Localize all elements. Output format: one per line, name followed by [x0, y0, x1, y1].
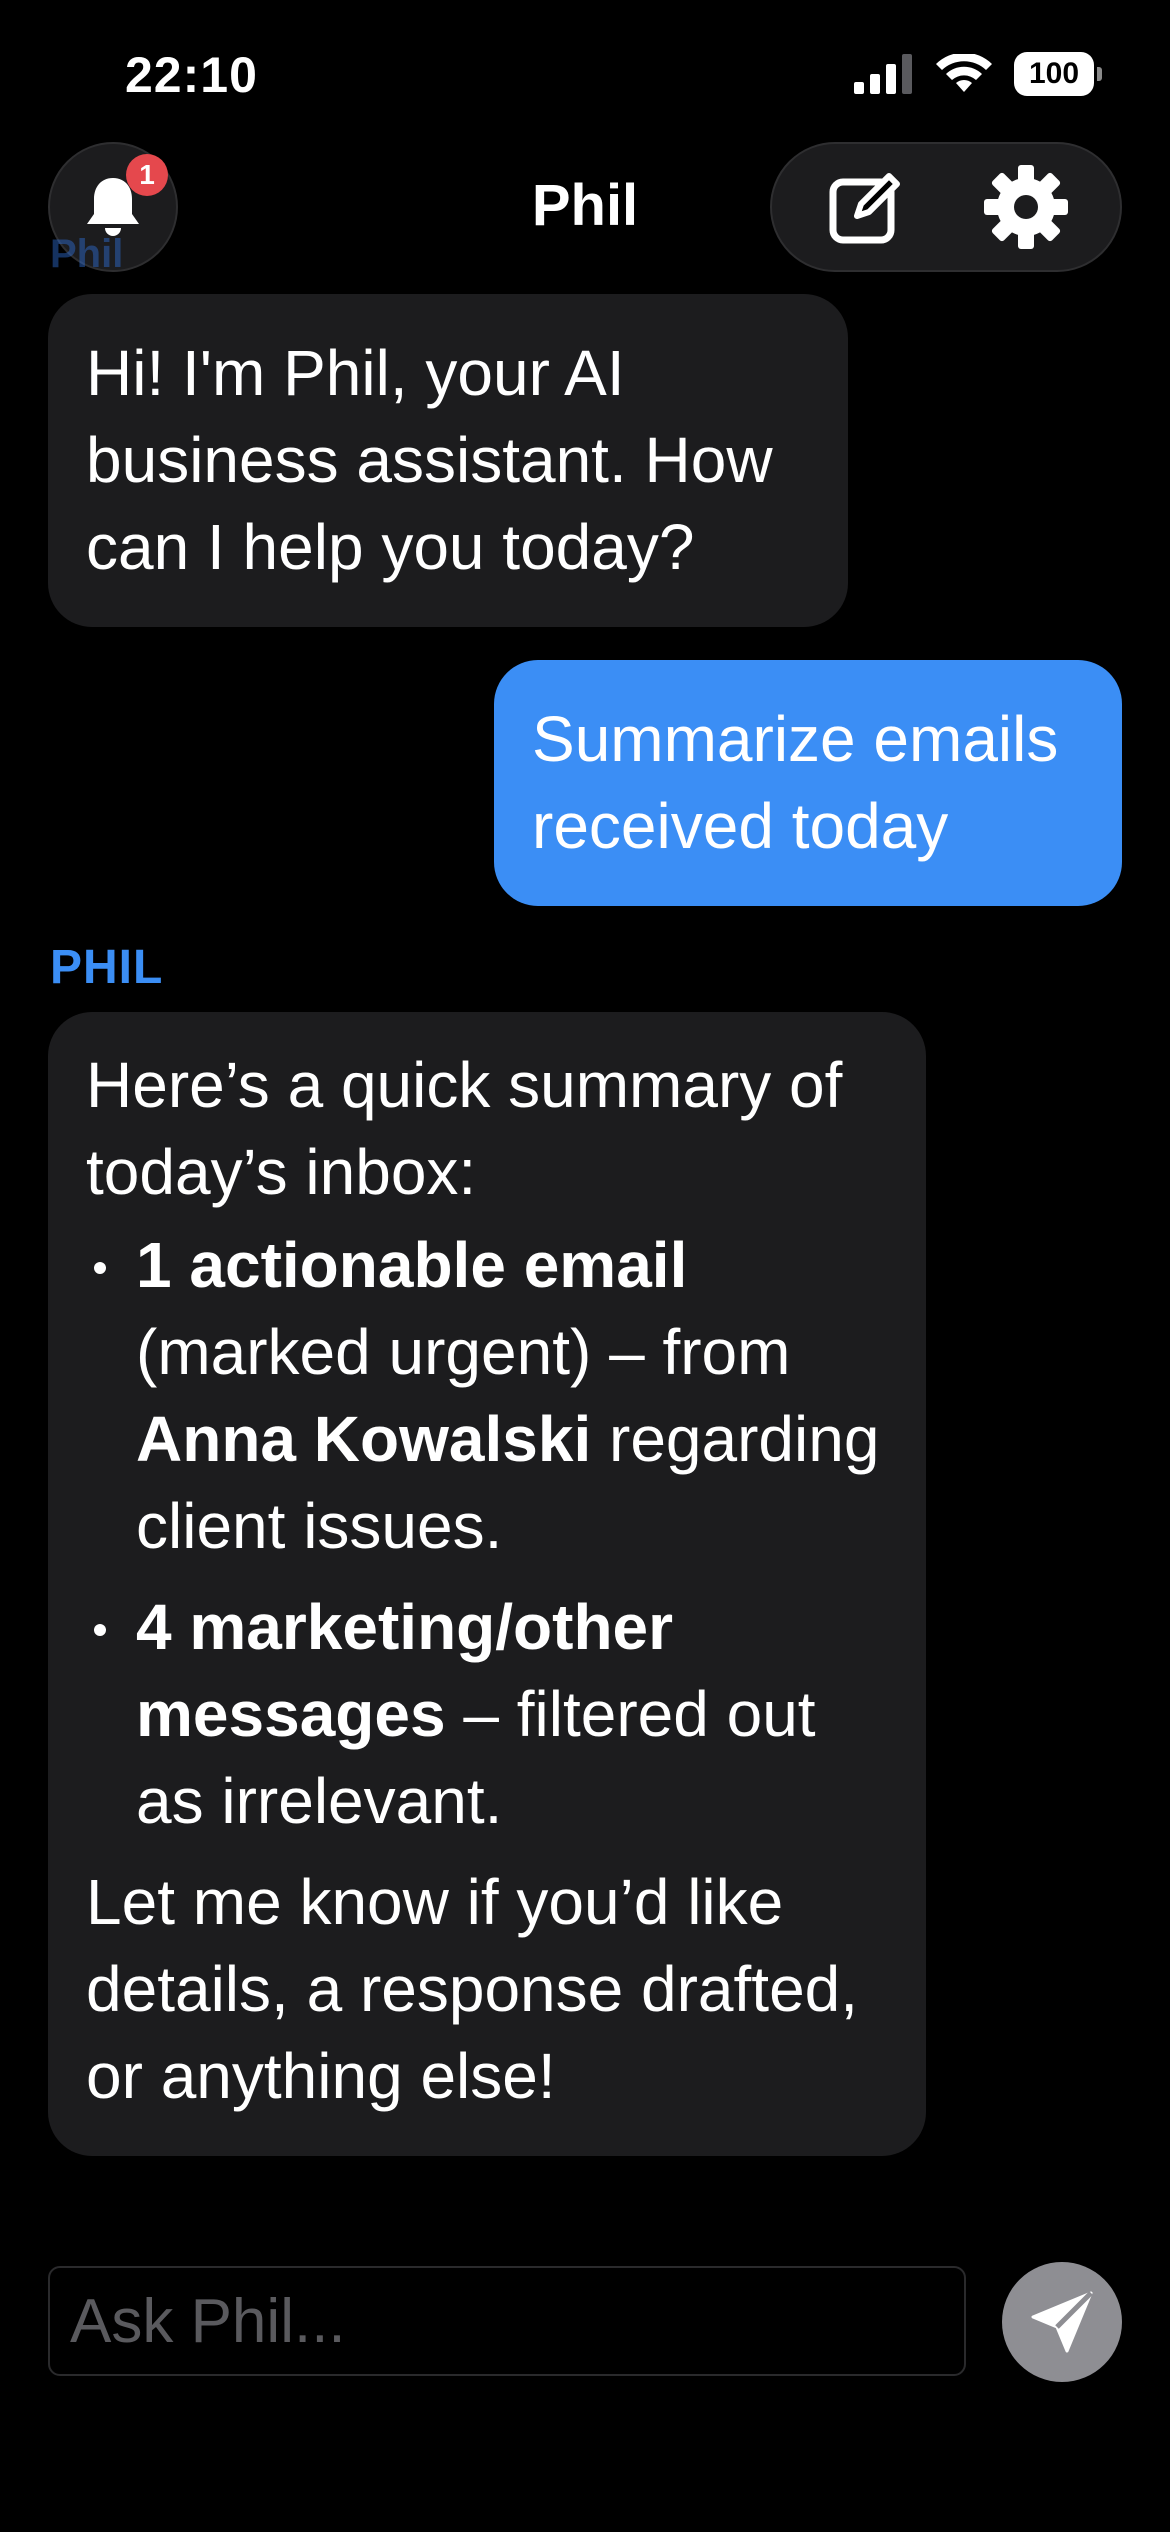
message-text: Summarize emails received today	[532, 703, 1059, 862]
signal-icon	[854, 54, 912, 94]
send-icon	[1031, 2291, 1093, 2353]
compose-button[interactable]	[811, 152, 921, 262]
send-button[interactable]	[1002, 2262, 1122, 2382]
list-item: 4 marketing/other messages – filtered ou…	[86, 1584, 888, 1845]
user-message: Summarize emails received today	[494, 660, 1122, 906]
assistant-message: Hi! I'm Phil, your AI business assistant…	[48, 294, 848, 627]
sender-label: PHIL	[50, 941, 164, 994]
assistant-message: Here’s a quick summary of today’s inbox:…	[48, 1012, 926, 2156]
battery-icon: 100	[1014, 52, 1102, 96]
bullet-bold: 1 actionable email	[136, 1229, 688, 1301]
bullet-text: (marked urgent) – from	[136, 1316, 791, 1388]
header-actions	[770, 142, 1122, 272]
message-text: Hi! I'm Phil, your AI business assistant…	[86, 337, 773, 583]
faded-sender-label: Phil	[50, 232, 124, 272]
chat-screen: 22:10 100 1 Phil Phil Hi! I'm Phil, your…	[0, 0, 1170, 2532]
message-composer	[48, 2266, 966, 2376]
status-icons: 100	[854, 52, 1102, 96]
message-outro: Let me know if you’d like details, a res…	[86, 1866, 859, 2112]
gear-icon	[984, 165, 1068, 249]
sender-name: Anna Kowalski	[136, 1403, 592, 1475]
message-intro: Here’s a quick summary of today’s inbox:	[86, 1049, 843, 1208]
summary-list: 1 actionable email (marked urgent) – fro…	[86, 1222, 888, 1845]
status-time: 22:10	[125, 47, 258, 103]
battery-level: 100	[1028, 57, 1080, 90]
ask-input[interactable]	[50, 2268, 964, 2374]
wifi-icon	[936, 54, 992, 92]
list-item: 1 actionable email (marked urgent) – fro…	[86, 1222, 888, 1570]
settings-button[interactable]	[971, 152, 1081, 262]
compose-icon	[829, 173, 900, 244]
